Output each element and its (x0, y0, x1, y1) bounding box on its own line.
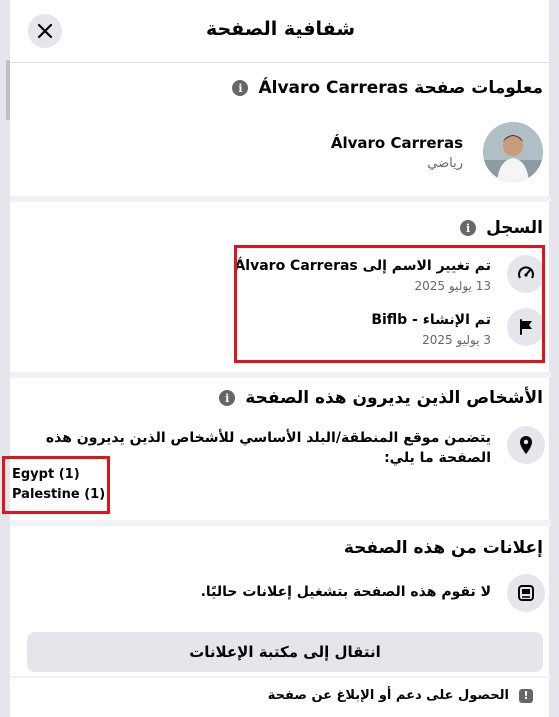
highlight-box (234, 245, 545, 363)
location-pin-icon (507, 426, 545, 464)
managers-heading: الأشخاص الذين يديرون هذه الصفحة i (219, 388, 543, 408)
ads-heading-text: إعلانات من هذه الصفحة (343, 538, 543, 558)
info-icon[interactable]: i (219, 390, 236, 406)
ad-library-button[interactable]: انتقال إلى مكتبة الإعلانات (27, 632, 543, 672)
close-button[interactable] (28, 14, 62, 48)
ads-status: لا تقوم هذه الصفحة بتشغيل إعلانات حاليًا… (200, 584, 491, 600)
page-category: رياضي (427, 156, 463, 171)
close-icon (37, 23, 53, 39)
ads-heading: إعلانات من هذه الصفحة (344, 538, 543, 558)
info-icon[interactable]: i (460, 220, 477, 236)
scrollbar-thumb[interactable] (6, 60, 10, 120)
page-name[interactable]: Álvaro Carreras (331, 134, 463, 152)
highlight-box (2, 456, 110, 514)
exclamation-icon: ! (519, 688, 533, 703)
history-heading-text: السجل (486, 218, 543, 238)
page-info-heading-text: معلومات صفحة Álvaro Carreras (258, 78, 543, 98)
ads-icon (507, 574, 545, 612)
dialog-header: شفافية الصفحة (10, 0, 551, 63)
right-edge (549, 0, 559, 717)
dialog-title: شفافية الصفحة (205, 18, 356, 40)
page-transparency-dialog: شفافية الصفحة معلومات صفحة Álvaro Carrer… (0, 0, 559, 717)
section-divider (10, 372, 551, 378)
avatar[interactable] (483, 122, 543, 182)
history-heading: السجل i (460, 218, 543, 238)
report-label: الحصول على دعم أو الإبلاغ عن صفحة (267, 688, 509, 703)
avatar-image (483, 122, 543, 182)
section-divider (10, 520, 551, 526)
managers-heading-text: الأشخاص الذين يديرون هذه الصفحة (245, 388, 543, 408)
section-divider (10, 676, 551, 678)
page-info-heading: معلومات صفحة Álvaro Carreras i (232, 78, 543, 98)
info-icon[interactable]: i (232, 80, 249, 96)
section-divider (10, 196, 551, 202)
report-link[interactable]: ! الحصول على دعم أو الإبلاغ عن صفحة (268, 688, 533, 703)
